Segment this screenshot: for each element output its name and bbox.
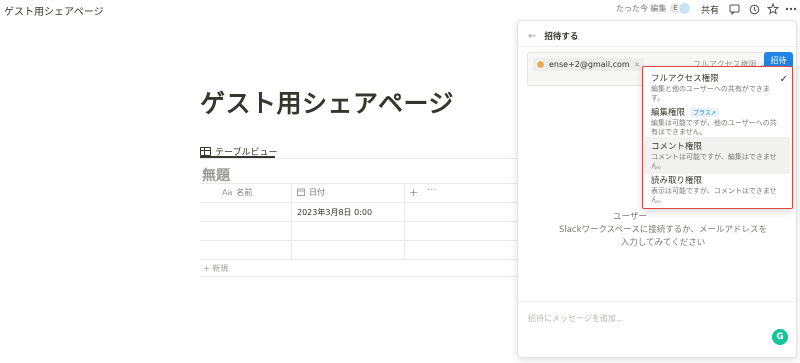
top-bar: ゲスト用シェアページ たった今 編集 E 共有: [0, 0, 800, 18]
divider: [291, 241, 292, 259]
database-table: Aa 名前 日付 + ··· 2023年3月8日 0:00: [200, 183, 520, 260]
divider: [291, 184, 292, 202]
option-description: コメントは可能ですが、編集はできません。: [651, 153, 777, 170]
share-button[interactable]: 共有: [701, 3, 719, 16]
panel-title: 招待する: [544, 32, 579, 42]
option-description: 編集と他のユーザーへの共有ができます。: [651, 85, 770, 102]
grammarly-icon[interactable]: G: [772, 329, 788, 345]
option-description: 表示は可能ですが、コメントはできません。: [651, 187, 777, 204]
new-row-button[interactable]: + 新規: [203, 263, 228, 274]
more-icon[interactable]: ···: [427, 185, 437, 196]
comment-icon[interactable]: [726, 1, 742, 17]
calendar-icon: [297, 188, 305, 198]
hint-title: ユーザー: [613, 212, 647, 222]
divider: [518, 46, 796, 47]
divider: [291, 222, 292, 240]
column-header-date[interactable]: 日付: [297, 187, 325, 198]
panel-header: ← 招待する: [528, 30, 579, 43]
column-label: 名前: [236, 188, 253, 197]
new-row-label: 新規: [212, 264, 229, 273]
star-icon[interactable]: [765, 1, 781, 17]
option-description: 編集は可能ですが、他のユーザーへの共有はできません。: [651, 119, 777, 136]
divider: [404, 184, 405, 202]
divider: [404, 241, 405, 259]
option-title: コメント権限: [651, 142, 703, 152]
text-type-icon: Aa: [222, 188, 233, 197]
more-icon[interactable]: [783, 1, 799, 17]
permission-dropdown: フルアクセス権限 編集と他のユーザーへの共有ができます。 ✓ 編集権限 プラス↗…: [642, 66, 793, 209]
message-input[interactable]: 招待にメッセージを追加...: [528, 313, 623, 324]
column-header-name[interactable]: Aa 名前: [222, 187, 252, 198]
hint-line: 入力してみてください: [620, 238, 706, 248]
permission-option-full-access[interactable]: フルアクセス権限 編集と他のユーザーへの共有ができます。 ✓: [644, 69, 790, 106]
divider: [518, 301, 796, 302]
table-header: Aa 名前 日付 + ···: [200, 183, 520, 203]
hint-line: Slackワークスペースに接続するか、メールアドレスを: [558, 225, 768, 235]
avatar: [678, 2, 691, 15]
checkmark-icon: ✓: [779, 74, 788, 85]
divider: [291, 203, 292, 221]
column-label: 日付: [309, 188, 325, 197]
add-column-icon[interactable]: +: [409, 186, 418, 199]
page-title[interactable]: ゲスト用シェアページ: [200, 84, 454, 120]
option-title: フルアクセス権限: [651, 74, 719, 84]
divider: [404, 222, 405, 240]
table-row[interactable]: [200, 241, 520, 260]
edited-status: たった今 編集: [616, 4, 667, 13]
table-cell-date[interactable]: 2023年3月8日 0:00: [297, 207, 372, 218]
database-title[interactable]: 無題: [202, 165, 230, 185]
divider: [200, 276, 520, 277]
breadcrumb[interactable]: ゲスト用シェアページ: [4, 3, 104, 18]
email-chip[interactable]: ense+2@gmail.com ×: [533, 58, 645, 71]
avatar: [536, 60, 545, 69]
back-arrow-icon[interactable]: ←: [528, 31, 536, 42]
permission-option-read[interactable]: 読み取り権限 表示は可能ですが、コメントはできません。: [644, 171, 790, 208]
remove-icon[interactable]: ×: [634, 60, 641, 69]
divider: [200, 158, 520, 159]
plus-plan-badge: プラス↗: [690, 107, 719, 117]
avatar-group[interactable]: E: [669, 2, 693, 15]
chip-email: ense+2@gmail.com: [549, 60, 630, 69]
option-title-row: 編集権限 プラス↗: [651, 106, 783, 118]
option-title: 読み取り権限: [651, 176, 703, 186]
table-row[interactable]: 2023年3月8日 0:00: [200, 203, 520, 222]
table-icon: [200, 146, 211, 156]
plus-icon: +: [203, 264, 213, 273]
empty-state-hint: ユーザー Slackワークスペースに接続するか、メールアドレスを 入力してみてく…: [548, 211, 778, 250]
table-row[interactable]: [200, 222, 520, 241]
permission-option-comment[interactable]: コメント権限 コメントは可能ですが、編集はできません。: [644, 137, 790, 174]
option-title: 編集権限: [651, 108, 686, 118]
history-icon[interactable]: [746, 1, 762, 17]
divider: [404, 203, 405, 221]
permission-option-edit[interactable]: 編集権限 プラス↗ 編集は可能ですが、他のユーザーへの共有はできません。: [644, 103, 790, 140]
